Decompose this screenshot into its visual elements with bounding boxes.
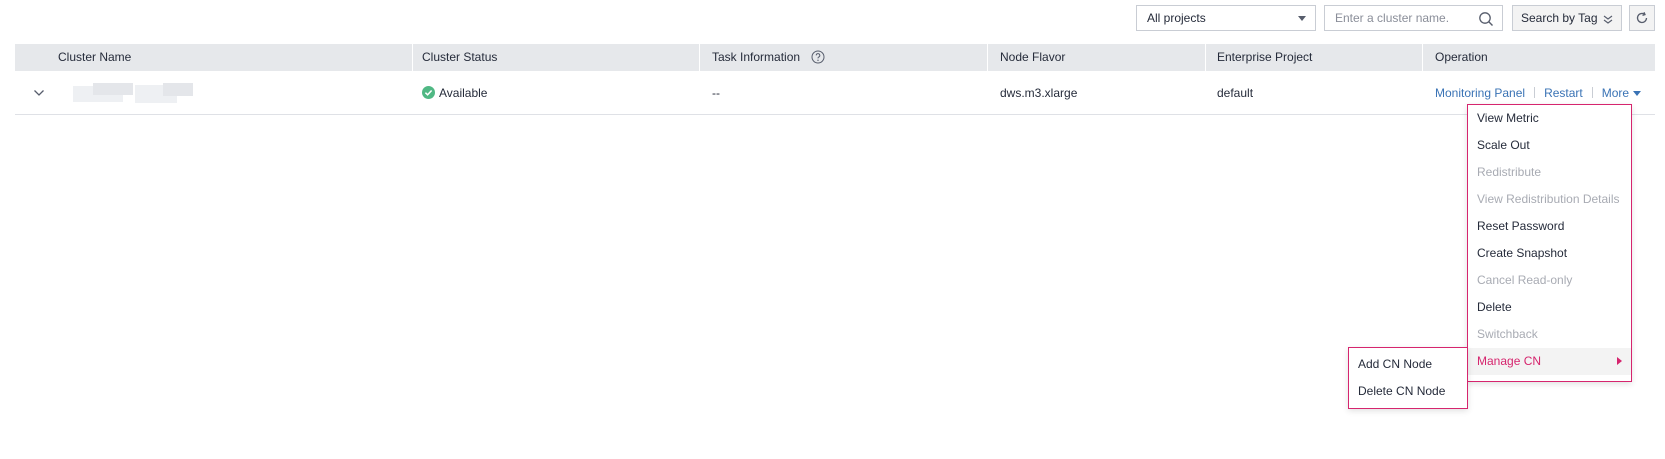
search-by-tag-label: Search by Tag [1521,11,1598,25]
monitoring-panel-link[interactable]: Monitoring Panel [1435,86,1525,100]
project-select-value: All projects [1147,11,1206,25]
enterprise-project-value: default [1217,86,1254,100]
column-divider [987,44,988,71]
cluster-status: Available [422,71,487,115]
project-select[interactable]: All projects [1136,5,1316,31]
task-information-value: -- [712,86,720,100]
more-dropdown-menu: View Metric Scale Out Redistribute View … [1467,104,1632,382]
column-header-operation: Operation [1435,50,1488,64]
menu-item-manage-cn[interactable]: Manage CN [1468,348,1631,375]
restart-link[interactable]: Restart [1544,86,1583,100]
more-dropdown-trigger[interactable]: More [1601,86,1642,100]
menu-item-view-redistribution-details: View Redistribution Details [1477,192,1620,206]
caret-down-icon [1298,16,1306,21]
search-icon[interactable] [1478,11,1494,27]
menu-item-scale-out[interactable]: Scale Out [1468,132,1631,159]
cluster-status-text: Available [439,86,488,100]
menu-item-add-cn-node[interactable]: Add CN Node [1349,351,1467,378]
cluster-name-redacted [73,83,193,105]
refresh-icon [1636,11,1648,24]
table-header: Cluster Name Cluster Status Task Informa… [15,44,1655,71]
caret-right-icon [1617,357,1622,365]
column-divider [412,44,413,71]
menu-item-manage-cn-label: Manage CN [1477,354,1542,368]
table-row: Available -- dws.m3.xlarge default Monit… [15,71,1655,115]
menu-item-delete-cn-node[interactable]: Delete CN Node [1349,378,1467,405]
column-divider [1422,44,1423,71]
check-circle-icon [422,86,435,99]
menu-item-delete[interactable]: Delete [1468,294,1631,321]
menu-item-switchback: Switchback [1477,327,1538,341]
menu-item-create-snapshot[interactable]: Create Snapshot [1468,240,1631,267]
column-header-task-information: Task Information [712,44,825,71]
menu-item-reset-password[interactable]: Reset Password [1468,213,1631,240]
column-header-cluster-status: Cluster Status [422,50,498,64]
help-icon[interactable] [811,50,825,64]
column-header-enterprise-project: Enterprise Project [1217,50,1313,64]
cluster-search-input[interactable] [1325,6,1470,30]
menu-item-view-metric[interactable]: View Metric [1468,105,1631,132]
column-header-cluster-name: Cluster Name [58,50,132,64]
more-label: More [1601,86,1630,100]
refresh-button[interactable] [1629,5,1655,31]
column-divider [1205,44,1206,71]
cluster-search [1324,5,1503,31]
double-chevron-down-icon [1603,15,1613,24]
link-divider [1591,87,1593,98]
column-header-node-flavor: Node Flavor [1000,50,1066,64]
caret-down-icon [1633,91,1642,96]
search-by-tag-button[interactable]: Search by Tag [1512,5,1622,31]
column-header-task-information-label: Task Information [712,50,801,64]
manage-cn-submenu: Add CN Node Delete CN Node [1348,347,1468,409]
column-divider [699,44,700,71]
chevron-down-icon[interactable] [33,87,45,99]
node-flavor-value: dws.m3.xlarge [1000,86,1078,100]
link-divider [1534,87,1536,98]
menu-item-cancel-read-only: Cancel Read-only [1477,273,1573,287]
menu-item-redistribute: Redistribute [1477,165,1542,179]
